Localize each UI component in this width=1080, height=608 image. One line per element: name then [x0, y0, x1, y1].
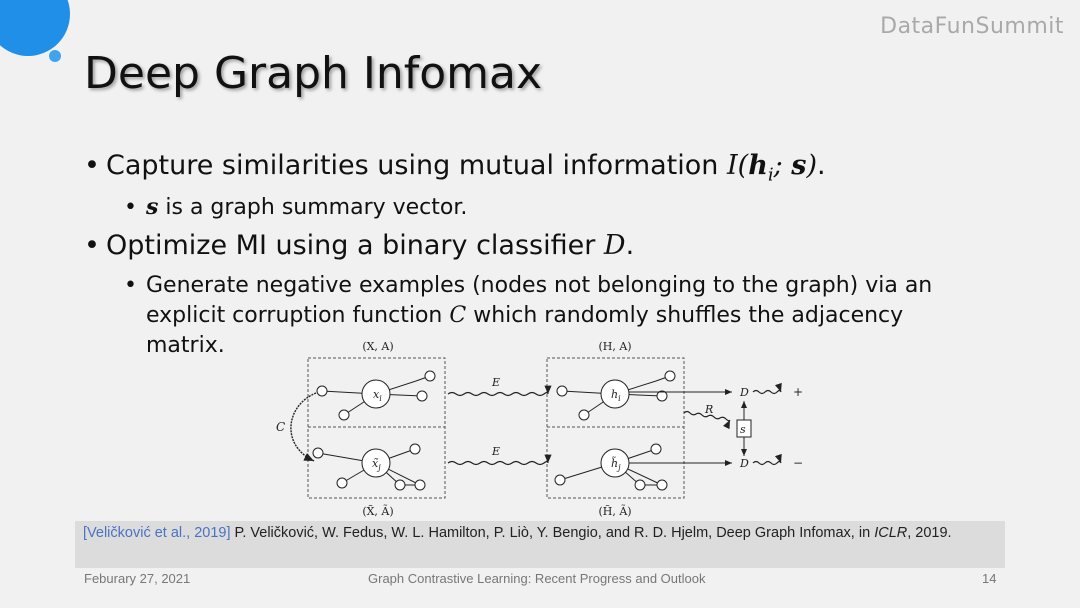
corruption-label: C	[276, 420, 285, 434]
page-number: 14	[982, 571, 997, 586]
bullet-dot: •	[124, 273, 137, 298]
citation-link[interactable]: [Veličković et al., 2019]	[83, 525, 231, 541]
reference-box: [Veličković et al., 2019] P. Veličković,…	[75, 521, 1005, 568]
encoder-label-top: E	[491, 376, 500, 389]
discriminator-label-bottom: D	[739, 457, 749, 470]
bullet-dot: •	[84, 150, 100, 181]
corner-decoration	[0, 0, 70, 62]
bullet-1: • Capture similarities using mutual infor…	[84, 150, 826, 186]
corruption-arrow	[290, 392, 317, 462]
encoder-arrow-top	[447, 385, 552, 397]
slide-title: Deep Graph Infomax	[84, 48, 543, 99]
bullet-dot: •	[84, 230, 100, 261]
bullet-dot: •	[124, 195, 137, 220]
input-graph-label: (X, A)	[362, 340, 393, 353]
corrupted-graph-label: (X̃, Ã)	[362, 504, 393, 518]
summary-vector-label: s	[740, 423, 746, 436]
positive-sign: +	[793, 385, 803, 399]
bullet-1-sub: • s is a graph summary vector.	[124, 192, 467, 223]
discriminator-label-top: D	[739, 386, 749, 399]
footer-title: Graph Contrastive Learning: Recent Progr…	[368, 571, 706, 586]
dgi-architecture-diagram: (X, A) (H, A) (X̃, Ã) (H̃, Ã) xi x̃j hi	[276, 340, 803, 518]
negative-sign: −	[793, 456, 803, 470]
brand-logo-text: DataFunSummit	[880, 14, 1064, 39]
corrupted-encoded-label: (H̃, Ã)	[598, 504, 631, 518]
footer-date: Feburary 27, 2021	[84, 571, 191, 586]
encoder-label-bottom: E	[491, 445, 500, 458]
readout-label: R	[704, 403, 713, 416]
encoded-graph-label: (H, A)	[598, 340, 631, 353]
corrupted-graph	[312, 443, 426, 491]
bullet-2: • Optimize MI using a binary classifier D…	[84, 230, 635, 261]
encoder-arrow-bottom	[447, 454, 552, 466]
